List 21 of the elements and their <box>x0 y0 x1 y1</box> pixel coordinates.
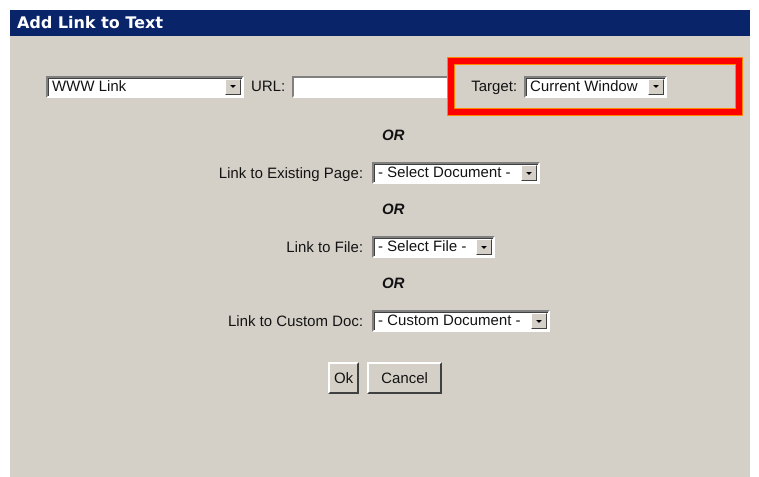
field-label: Link to Existing Page: <box>218 164 363 182</box>
dropdown[interactable]: - Select File - <box>372 236 496 258</box>
url-label: URL: <box>251 78 286 95</box>
dropdown[interactable]: - Custom Document - <box>372 310 550 332</box>
or-divider-text: OR <box>382 127 404 145</box>
or-divider-text: OR <box>382 201 404 219</box>
target-label: Target: <box>471 78 518 95</box>
dropdown[interactable]: Current Window <box>524 76 667 98</box>
caret-icon <box>230 85 236 88</box>
dialog-button[interactable]: Cancel <box>367 362 442 394</box>
or-divider-text: OR <box>382 275 404 293</box>
field-label: Link to File: <box>286 238 363 256</box>
caret-icon <box>481 246 488 248</box>
dropdown[interactable]: WWW Link <box>46 76 244 98</box>
caret-icon <box>652 85 659 88</box>
dialog-button[interactable]: Ok <box>328 362 360 394</box>
caret-icon <box>536 320 542 322</box>
field-label: Link to Custom Doc: <box>228 312 363 330</box>
caret-icon <box>526 172 532 174</box>
dropdown[interactable]: - Select Document - <box>372 162 540 184</box>
window-title: Add Link to Text <box>10 10 750 36</box>
